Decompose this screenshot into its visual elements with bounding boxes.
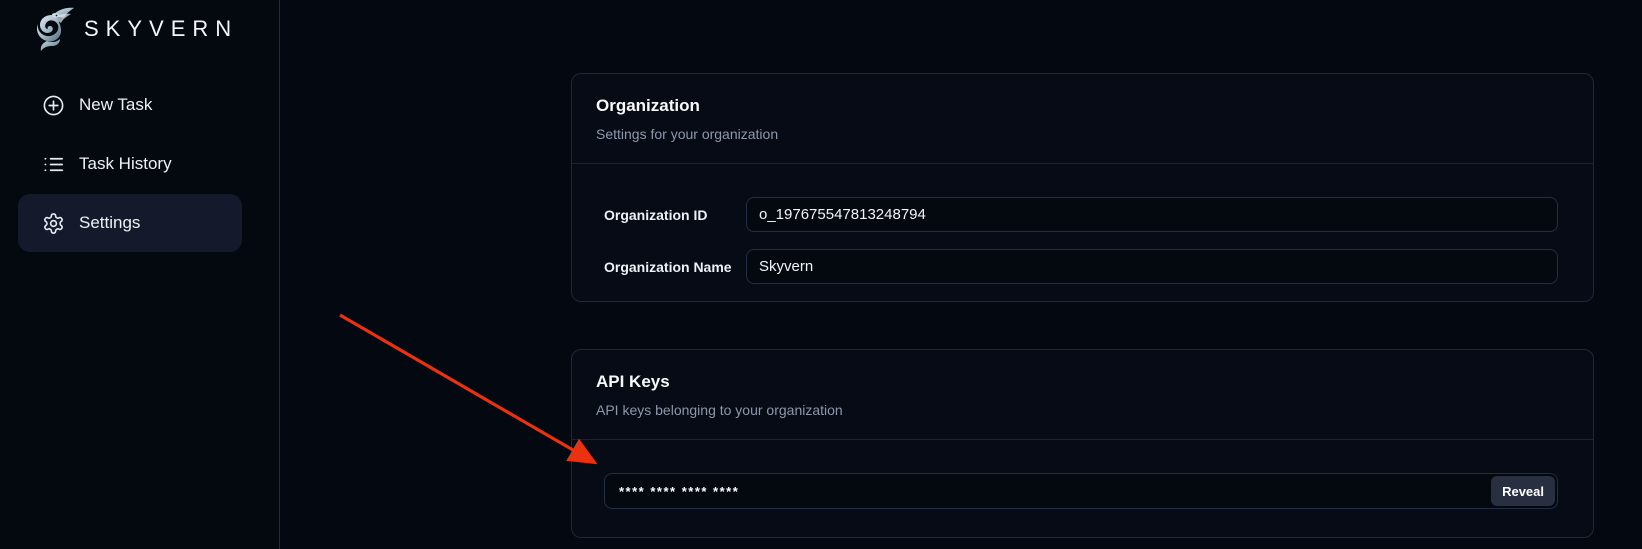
api-keys-card-subtitle: API keys belonging to your organization (596, 401, 1569, 419)
organization-name-row: Organization Name (604, 249, 1558, 284)
sidebar-item-label: New Task (79, 95, 152, 115)
organization-name-label: Organization Name (604, 259, 746, 275)
api-keys-card: API Keys API keys belonging to your orga… (571, 349, 1594, 538)
api-keys-card-title: API Keys (596, 372, 1569, 392)
sidebar-item-label: Settings (79, 213, 140, 233)
sidebar: SKYVERN New Task (0, 0, 280, 549)
organization-id-row: Organization ID (604, 197, 1558, 232)
list-icon (42, 153, 65, 176)
brand-title: SKYVERN (84, 16, 238, 42)
reveal-button[interactable]: Reveal (1491, 476, 1555, 506)
organization-name-input[interactable] (746, 249, 1558, 284)
logo-row: SKYVERN (0, 0, 279, 58)
plus-circle-icon (42, 94, 65, 117)
gear-icon (42, 212, 65, 235)
organization-card-header: Organization Settings for your organizat… (572, 74, 1593, 164)
skyvern-dragon-icon (28, 5, 76, 53)
api-key-field: Reveal (604, 473, 1558, 509)
sidebar-item-task-history[interactable]: Task History (18, 135, 242, 193)
organization-id-input[interactable] (746, 197, 1558, 232)
api-keys-card-body: Reveal (572, 440, 1593, 509)
organization-id-label: Organization ID (604, 207, 746, 223)
api-keys-card-header: API Keys API keys belonging to your orga… (572, 350, 1593, 440)
organization-card-title: Organization (596, 96, 1569, 116)
organization-card-subtitle: Settings for your organization (596, 125, 1569, 143)
organization-card: Organization Settings for your organizat… (571, 73, 1594, 302)
api-key-input[interactable] (604, 473, 1558, 509)
sidebar-nav: New Task Task History (0, 76, 279, 252)
sidebar-item-new-task[interactable]: New Task (18, 76, 242, 134)
sidebar-item-settings[interactable]: Settings (18, 194, 242, 252)
organization-card-body: Organization ID Organization Name (572, 164, 1593, 284)
sidebar-item-label: Task History (79, 154, 172, 174)
